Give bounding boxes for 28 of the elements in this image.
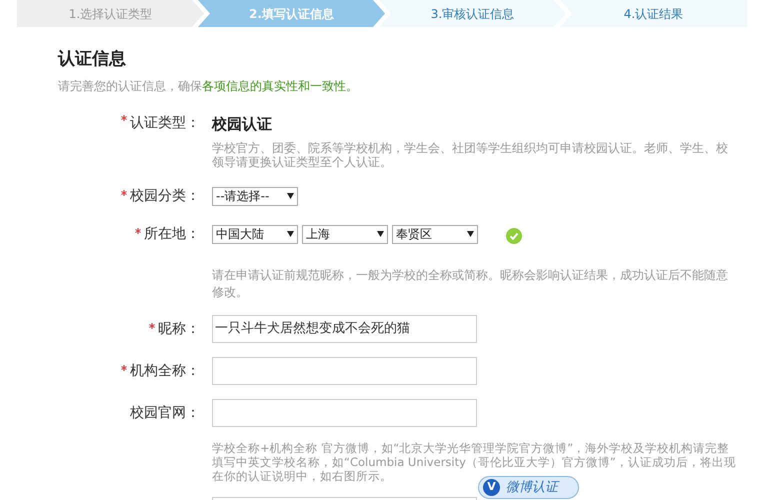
- help-text: 请在申请认证前规范昵称，一般为学校的全称或简称。昵称会影响认证结果，成功认证后不能随意修改。: [212, 267, 729, 301]
- caret-icon: [287, 231, 294, 237]
- progress-step: 2.填写认证信息: [198, 0, 385, 27]
- help-text: 学校官方、团委、院系等学校机构，学生会、社团等学生组织均可申请校园认证。老师、学生、校领导请更换认证类型至个人认证。: [212, 141, 729, 169]
- caret-icon: [287, 193, 294, 199]
- progress-step: 4.认证结果: [560, 0, 747, 27]
- text-field[interactable]: 一只斗牛犬居然想变成不会死的猫: [212, 315, 477, 343]
- dropdown[interactable]: 奉贤区: [392, 224, 478, 244]
- text-field[interactable]: [212, 357, 477, 385]
- field-value: 校园认证: [212, 114, 273, 134]
- dropdown[interactable]: 中国大陆: [212, 224, 298, 244]
- section-title: 认证信息: [58, 48, 127, 71]
- dropdown[interactable]: 上海: [302, 224, 388, 244]
- progress-step: 1.选择认证类型: [17, 0, 204, 27]
- badge-icon: V: [483, 479, 500, 496]
- field-label: 认证类型：: [130, 114, 200, 132]
- section-subtitle: 请完善您的认证信息，确保各项信息的真实性和一致性。: [58, 78, 359, 94]
- caret-icon: [377, 231, 384, 237]
- field-label: 所在地：: [144, 224, 200, 244]
- field-label: 昵称：: [158, 320, 200, 338]
- dropdown[interactable]: --请选择--: [212, 186, 298, 206]
- progress-step: 3.审核认证信息: [379, 0, 566, 27]
- field-label: 校园分类：: [130, 186, 200, 206]
- badge-text: 微博认证: [506, 478, 558, 497]
- field-label: 校园官网：: [130, 404, 200, 422]
- caret-icon: [467, 231, 474, 237]
- field-label: 机构全称：: [130, 362, 200, 380]
- text-field[interactable]: [212, 399, 477, 427]
